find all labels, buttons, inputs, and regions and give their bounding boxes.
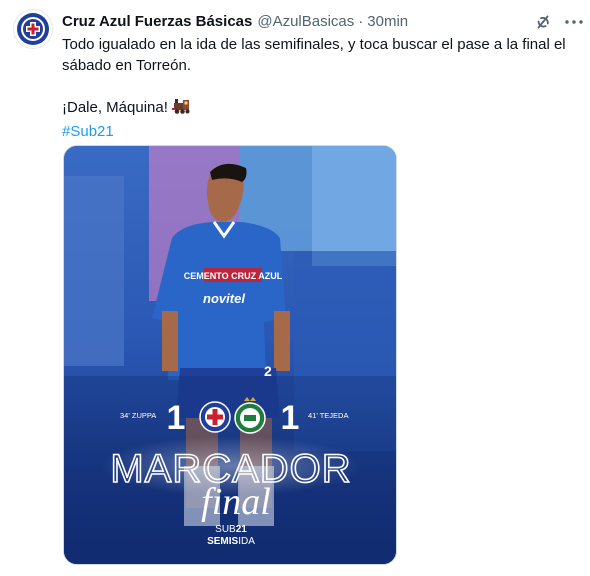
cruz-azul-crest-icon (199, 401, 231, 433)
category-prefix: SUB (215, 524, 236, 535)
tweet-cheer: ¡Dale, Máquina! (62, 99, 168, 116)
stage-suffix: IDA (238, 536, 255, 547)
tweet-text: Todo igualado en la ida de las semifinal… (62, 34, 582, 142)
category-number: 21 (236, 524, 248, 535)
author-name[interactable]: Cruz Azul Fuerzas Básicas (62, 13, 252, 30)
grok-button[interactable] (532, 11, 554, 33)
cruz-azul-logo-icon (17, 13, 49, 45)
hashtag-link[interactable]: #Sub21 (62, 121, 114, 142)
more-dots-icon (565, 20, 583, 24)
tweet-line-1: Todo igualado en la ida de las semifinal… (62, 36, 566, 74)
stage-label: SEMISIDA (207, 536, 255, 547)
category-label: SUB21 (215, 524, 247, 535)
match-graphic: CEMENTO CRUZ AZUL novitel 2 34' ZUPPA 1 (64, 146, 396, 564)
jersey-sponsor-2: novitel (203, 291, 245, 306)
grok-icon (537, 15, 549, 29)
timestamp[interactable]: 30min (367, 13, 408, 30)
home-score: 1 (167, 399, 186, 437)
away-scorer: 41' TEJEDA (308, 411, 348, 420)
away-score: 1 (281, 399, 300, 437)
tweet-media-image[interactable]: CEMENTO CRUZ AZUL novitel 2 34' ZUPPA 1 (63, 145, 397, 565)
tweet-header: Cruz Azul Fuerzas Básicas @AzulBasicas ·… (62, 10, 520, 32)
locomotive-emoji-icon (171, 98, 192, 121)
jersey-sponsor: CEMENTO CRUZ AZUL (184, 271, 283, 281)
more-options-button[interactable] (563, 11, 585, 33)
graphic-title-script: final (201, 481, 271, 523)
author-avatar[interactable] (13, 9, 53, 49)
tweet-line-2: ¡Dale, Máquina! (62, 97, 582, 121)
stage-name: SEMIS (207, 536, 238, 547)
author-handle[interactable]: @AzulBasicas (257, 13, 354, 30)
home-scorer: 34' ZUPPA (120, 411, 156, 420)
separator-dot: · (358, 12, 364, 30)
